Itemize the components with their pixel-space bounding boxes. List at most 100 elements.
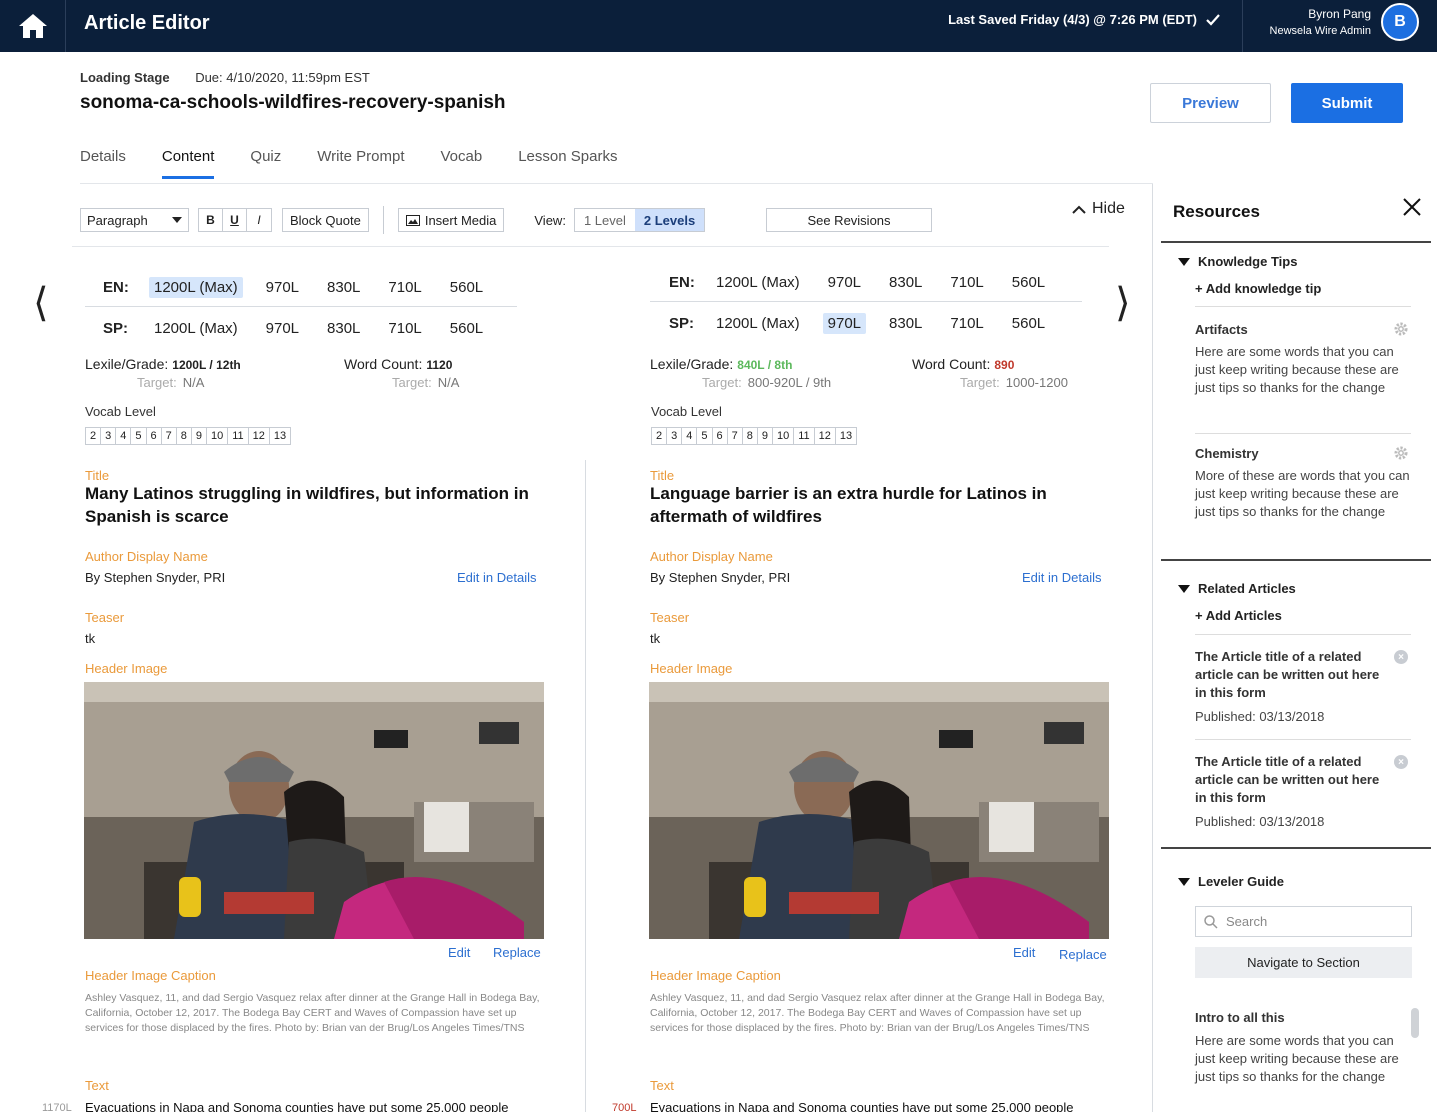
level-option[interactable]: 710L bbox=[945, 313, 988, 334]
view-one-level[interactable]: 1 Level bbox=[575, 209, 635, 231]
level-option[interactable]: 710L bbox=[383, 277, 426, 298]
tab-details[interactable]: Details bbox=[80, 148, 126, 179]
preview-button[interactable]: Preview bbox=[1150, 83, 1271, 123]
gear-icon[interactable] bbox=[1393, 321, 1409, 337]
home-button[interactable] bbox=[0, 0, 66, 52]
vocab-level-option[interactable]: 9 bbox=[758, 428, 773, 444]
leveler-guide-header[interactable]: Leveler Guide bbox=[1178, 874, 1284, 889]
article-text[interactable]: Evacuations in Napa and Sonoma counties … bbox=[650, 1100, 1074, 1112]
vocab-level-option[interactable]: 8 bbox=[177, 428, 192, 444]
submit-button[interactable]: Submit bbox=[1291, 83, 1403, 123]
vocab-level-option[interactable]: 3 bbox=[667, 428, 683, 444]
vocab-level-option[interactable]: 11 bbox=[228, 428, 249, 444]
level-option[interactable]: 1200L (Max) bbox=[149, 318, 243, 339]
tab-quiz[interactable]: Quiz bbox=[250, 148, 281, 179]
tab-lesson-sparks[interactable]: Lesson Sparks bbox=[518, 148, 617, 179]
level-option[interactable]: 830L bbox=[322, 318, 365, 339]
vocab-level-option[interactable]: 2 bbox=[652, 428, 668, 444]
caption-text[interactable]: Ashley Vasquez, 11, and dad Sergio Vasqu… bbox=[650, 991, 1105, 1036]
navigate-to-section-button[interactable]: Navigate to Section bbox=[1195, 947, 1412, 978]
tab-write-prompt[interactable]: Write Prompt bbox=[317, 148, 404, 179]
level-option[interactable]: 830L bbox=[884, 313, 927, 334]
knowledge-tips-header[interactable]: Knowledge Tips bbox=[1178, 254, 1297, 269]
vocab-level-option[interactable]: 12 bbox=[815, 428, 836, 444]
vocab-level-option[interactable]: 10 bbox=[207, 428, 229, 444]
vocab-level-option[interactable]: 7 bbox=[728, 428, 743, 444]
level-option[interactable]: 710L bbox=[945, 272, 988, 293]
bold-button[interactable]: B bbox=[199, 209, 223, 231]
level-option[interactable]: 970L bbox=[261, 277, 304, 298]
vocab-level-option[interactable]: 13 bbox=[270, 428, 290, 444]
vocab-level-option[interactable]: 8 bbox=[743, 428, 758, 444]
insert-media-button[interactable]: Insert Media bbox=[397, 208, 505, 232]
vocab-level-option[interactable]: 13 bbox=[836, 428, 856, 444]
vocab-level-option[interactable]: 10 bbox=[773, 428, 795, 444]
edit-in-details-link[interactable]: Edit in Details bbox=[1022, 570, 1101, 585]
scrollbar[interactable] bbox=[1411, 1008, 1419, 1038]
view-two-levels[interactable]: 2 Levels bbox=[634, 209, 705, 231]
tab-vocab[interactable]: Vocab bbox=[441, 148, 483, 179]
article-title[interactable]: Many Latinos struggling in wildfires, bu… bbox=[85, 482, 535, 528]
level-option[interactable]: 560L bbox=[1007, 313, 1050, 334]
caption-text[interactable]: Ashley Vasquez, 11, and dad Sergio Vasqu… bbox=[85, 991, 540, 1036]
level-option[interactable]: 970L bbox=[822, 312, 867, 334]
vocab-level-option[interactable]: 11 bbox=[794, 428, 815, 444]
replace-image-link[interactable]: Replace bbox=[493, 945, 541, 960]
chevron-left-icon[interactable]: ⟨ bbox=[33, 280, 49, 326]
article-title[interactable]: Language barrier is an extra hurdle for … bbox=[650, 482, 1100, 528]
teaser-text[interactable]: tk bbox=[650, 631, 660, 646]
add-knowledge-tip-button[interactable]: + Add knowledge tip bbox=[1195, 281, 1321, 296]
edit-image-link[interactable]: Edit bbox=[1013, 945, 1035, 960]
level-option[interactable]: 560L bbox=[445, 277, 488, 298]
vocab-level-option[interactable]: 4 bbox=[682, 428, 698, 444]
level-option[interactable]: 970L bbox=[823, 272, 866, 293]
level-option[interactable]: 830L bbox=[322, 277, 365, 298]
search-input[interactable]: Search bbox=[1195, 906, 1412, 937]
level-option[interactable]: 560L bbox=[1007, 272, 1050, 293]
level-option[interactable]: 1200L (Max) bbox=[149, 276, 243, 298]
level-option[interactable]: 830L bbox=[884, 272, 927, 293]
level-option[interactable]: 1200L (Max) bbox=[711, 272, 805, 293]
underline-button[interactable]: U bbox=[223, 209, 247, 231]
remove-icon[interactable]: × bbox=[1394, 650, 1408, 664]
paragraph-style-select[interactable]: Paragraph bbox=[80, 208, 189, 232]
teaser-text[interactable]: tk bbox=[85, 631, 95, 646]
intro-title: Intro to all this bbox=[1195, 1010, 1285, 1025]
close-icon[interactable] bbox=[1401, 196, 1423, 218]
tab-content[interactable]: Content bbox=[161, 148, 214, 179]
resources-panel: Resources Knowledge Tips + Add knowledge… bbox=[1152, 184, 1437, 1112]
user-info[interactable]: Byron Pang Newsela Wire Admin bbox=[1270, 6, 1371, 40]
level-option[interactable]: 970L bbox=[261, 318, 304, 339]
italic-button[interactable]: I bbox=[247, 209, 271, 231]
block-quote-button[interactable]: Block Quote bbox=[282, 208, 369, 232]
level-option[interactable]: 1200L (Max) bbox=[711, 313, 805, 334]
edit-in-details-link[interactable]: Edit in Details bbox=[457, 570, 536, 585]
image-icon bbox=[405, 214, 420, 226]
replace-image-link[interactable]: Replace bbox=[1059, 947, 1107, 962]
related-article-title[interactable]: The Article title of a related article c… bbox=[1195, 648, 1385, 702]
vocab-level-option[interactable]: 4 bbox=[116, 428, 132, 444]
triangle-down-icon bbox=[1178, 257, 1190, 266]
remove-icon[interactable]: × bbox=[1394, 755, 1408, 769]
related-articles-header[interactable]: Related Articles bbox=[1178, 581, 1296, 596]
vocab-level-option[interactable]: 5 bbox=[131, 428, 147, 444]
related-article-title[interactable]: The Article title of a related article c… bbox=[1195, 753, 1385, 807]
vocab-level-option[interactable]: 12 bbox=[249, 428, 270, 444]
add-articles-button[interactable]: + Add Articles bbox=[1195, 608, 1282, 623]
vocab-level-option[interactable]: 6 bbox=[713, 428, 728, 444]
author-name: By Stephen Snyder, PRI bbox=[85, 570, 226, 585]
see-revisions-button[interactable]: See Revisions bbox=[766, 208, 932, 232]
edit-image-link[interactable]: Edit bbox=[448, 945, 470, 960]
vocab-level-option[interactable]: 2 bbox=[86, 428, 102, 444]
level-option[interactable]: 560L bbox=[445, 318, 488, 339]
vocab-level-option[interactable]: 9 bbox=[192, 428, 207, 444]
avatar[interactable]: B bbox=[1381, 3, 1419, 41]
vocab-level-option[interactable]: 7 bbox=[162, 428, 177, 444]
hide-button[interactable]: Hide bbox=[1072, 200, 1125, 218]
vocab-level-option[interactable]: 5 bbox=[697, 428, 713, 444]
level-option[interactable]: 710L bbox=[383, 318, 426, 339]
vocab-level-option[interactable]: 3 bbox=[101, 428, 117, 444]
gear-icon[interactable] bbox=[1393, 445, 1409, 461]
article-text[interactable]: Evacuations in Napa and Sonoma counties … bbox=[85, 1100, 509, 1112]
vocab-level-option[interactable]: 6 bbox=[147, 428, 162, 444]
